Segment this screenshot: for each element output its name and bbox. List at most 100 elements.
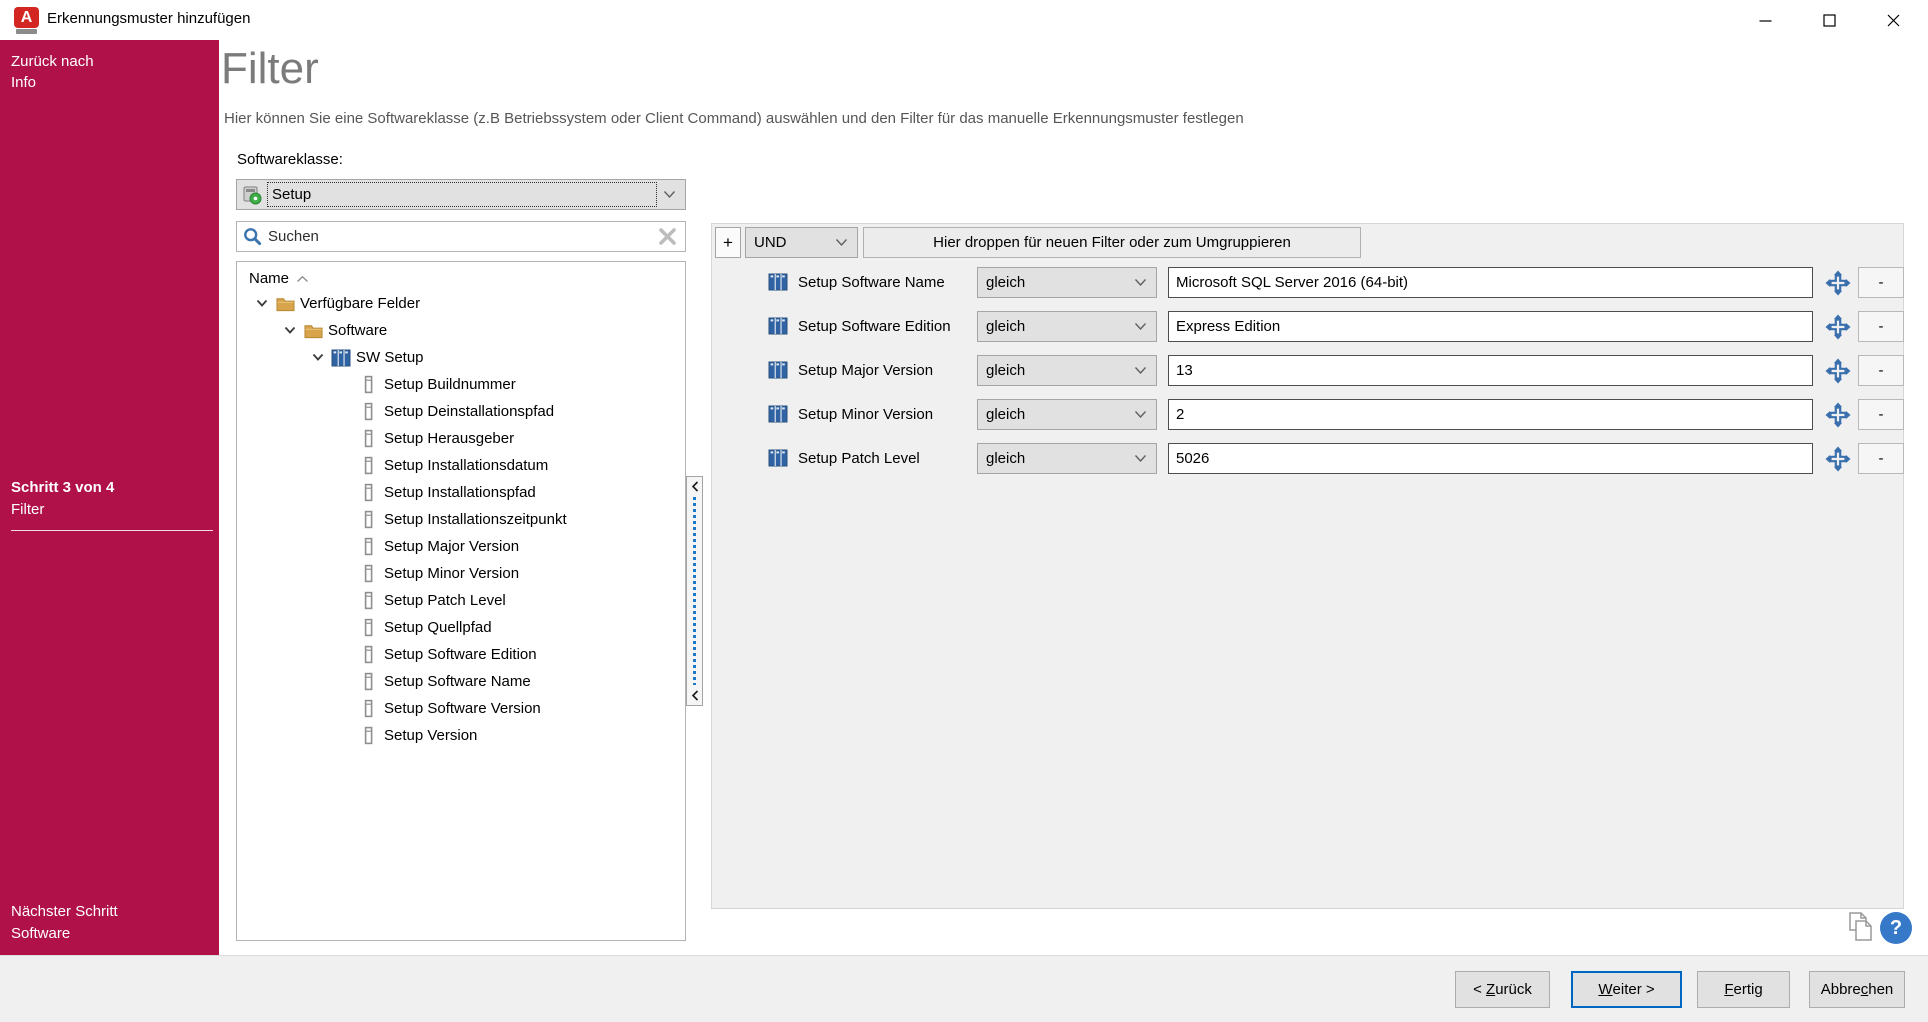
condition-operator-select[interactable]: gleich (977, 267, 1157, 298)
tree-node[interactable]: Setup Installationsdatum (237, 452, 685, 479)
search-input[interactable] (268, 228, 658, 245)
page-title: Filter (221, 44, 319, 94)
condition-value-input[interactable] (1168, 399, 1813, 430)
tree-node[interactable]: Setup Buildnummer (237, 371, 685, 398)
filter-drop-zone[interactable]: Hier droppen für neuen Filter oder zum U… (863, 227, 1361, 258)
condition-value-input[interactable] (1168, 355, 1813, 386)
move-handle-icon[interactable] (1825, 358, 1851, 384)
folder-icon (301, 323, 325, 339)
chevron-down-icon[interactable] (1134, 322, 1147, 331)
app-icon: A (14, 7, 39, 34)
tree-header-label: Name (249, 270, 289, 287)
condition-operator-value: gleich (986, 450, 1128, 467)
tree-node[interactable]: Setup Installationspfad (237, 479, 685, 506)
condition-operator-select[interactable]: gleich (977, 443, 1157, 474)
close-button[interactable] (1861, 0, 1925, 40)
tree-node[interactable]: Setup Version (237, 722, 685, 749)
move-handle-icon[interactable] (1825, 402, 1851, 428)
close-icon (1887, 14, 1900, 27)
clear-search-icon[interactable] (658, 227, 677, 246)
help-button[interactable]: ? (1880, 912, 1912, 944)
collapse-left-icon[interactable] (691, 481, 699, 492)
condition-value-input[interactable] (1168, 443, 1813, 474)
tree-node[interactable]: Setup Software Name (237, 668, 685, 695)
group-operator-select[interactable]: UND (745, 227, 858, 258)
step-title: Schritt 3 von 4 (11, 477, 114, 499)
window-title: Erkennungsmuster hinzufügen (47, 10, 250, 27)
move-handle-icon[interactable] (1825, 314, 1851, 340)
software-class-label: Softwareklasse: (237, 151, 343, 168)
folder-icon (273, 296, 297, 312)
tree-node[interactable]: Setup Major Version (237, 533, 685, 560)
software-class-select[interactable]: Setup (236, 179, 686, 210)
chevron-down-icon[interactable] (307, 353, 329, 362)
tree-node[interactable]: Setup Patch Level (237, 587, 685, 614)
field-icon (357, 591, 381, 610)
tree-node[interactable]: Setup Quellpfad (237, 614, 685, 641)
condition-value-input[interactable] (1168, 311, 1813, 342)
remove-condition-button[interactable]: - (1858, 399, 1904, 430)
chevron-down-icon[interactable] (279, 326, 301, 335)
field-icon (357, 726, 381, 745)
tree-column-header[interactable]: Name (237, 267, 685, 290)
field-icon (357, 510, 381, 529)
finish-button[interactable]: Fertig (1697, 971, 1790, 1008)
field-icon (357, 402, 381, 421)
chevron-down-icon[interactable] (1134, 366, 1147, 375)
remove-condition-button[interactable]: - (1858, 355, 1904, 386)
remove-condition-button[interactable]: - (1858, 311, 1904, 342)
filter-condition-row: Setup Software Name gleich - (712, 267, 1903, 298)
column-icon (768, 404, 788, 424)
column-icon (768, 272, 788, 292)
chevron-down-icon[interactable] (1134, 410, 1147, 419)
chevron-down-icon[interactable] (663, 190, 676, 199)
maximize-button[interactable] (1797, 0, 1861, 40)
chevron-down-icon[interactable] (251, 299, 273, 308)
next-button[interactable]: Weiter > (1571, 971, 1682, 1008)
condition-operator-value: gleich (986, 318, 1128, 335)
copy-icon[interactable] (1845, 911, 1876, 944)
minimize-button[interactable] (1733, 0, 1797, 40)
splitter-grip[interactable] (693, 497, 696, 685)
condition-field-label: Setup Software Edition (798, 311, 951, 342)
tree-node[interactable]: Setup Minor Version (237, 560, 685, 587)
back-nav-link[interactable]: Zurück nach Info (11, 51, 94, 93)
tree-node[interactable]: Verfügbare Felder (237, 290, 685, 317)
next-step-indicator: Nächster Schritt Software (11, 901, 118, 945)
field-icon (357, 672, 381, 691)
back-button[interactable]: < Zurück (1455, 971, 1550, 1008)
move-handle-icon[interactable] (1825, 270, 1851, 296)
remove-condition-button[interactable]: - (1858, 267, 1904, 298)
filter-condition-row: Setup Major Version gleich - (712, 355, 1903, 386)
filter-builder-panel: + UND Hier droppen für neuen Filter oder… (711, 223, 1904, 909)
tree-node[interactable]: Setup Deinstallationspfad (237, 398, 685, 425)
chevron-down-icon[interactable] (835, 238, 848, 247)
condition-operator-select[interactable]: gleich (977, 399, 1157, 430)
collapse-left-icon[interactable] (691, 690, 699, 701)
search-icon (242, 226, 263, 247)
software-class-value: Setup (267, 182, 657, 207)
chevron-down-icon[interactable] (1134, 454, 1147, 463)
panel-splitter[interactable] (686, 476, 703, 706)
title-bar: A Erkennungsmuster hinzufügen (0, 0, 1928, 40)
field-icon (357, 537, 381, 556)
tree-node[interactable]: SW Setup (237, 344, 685, 371)
add-condition-button[interactable]: + (715, 227, 741, 258)
move-handle-icon[interactable] (1825, 446, 1851, 472)
filter-condition-row: Setup Software Edition gleich - (712, 311, 1903, 342)
condition-operator-select[interactable]: gleich (977, 311, 1157, 342)
tree-node[interactable]: Setup Software Version (237, 695, 685, 722)
condition-operator-select[interactable]: gleich (977, 355, 1157, 386)
tree-node[interactable]: Software (237, 317, 685, 344)
cancel-button[interactable]: Abbrechen (1809, 971, 1905, 1008)
condition-value-input[interactable] (1168, 267, 1813, 298)
chevron-down-icon[interactable] (1134, 278, 1147, 287)
field-icon (357, 618, 381, 637)
next-step-title: Nächster Schritt (11, 901, 118, 923)
tree-node[interactable]: Setup Installationszeitpunkt (237, 506, 685, 533)
next-step-subtitle: Software (11, 923, 118, 945)
column-icon (768, 448, 788, 468)
remove-condition-button[interactable]: - (1858, 443, 1904, 474)
tree-node[interactable]: Setup Herausgeber (237, 425, 685, 452)
tree-node[interactable]: Setup Software Edition (237, 641, 685, 668)
